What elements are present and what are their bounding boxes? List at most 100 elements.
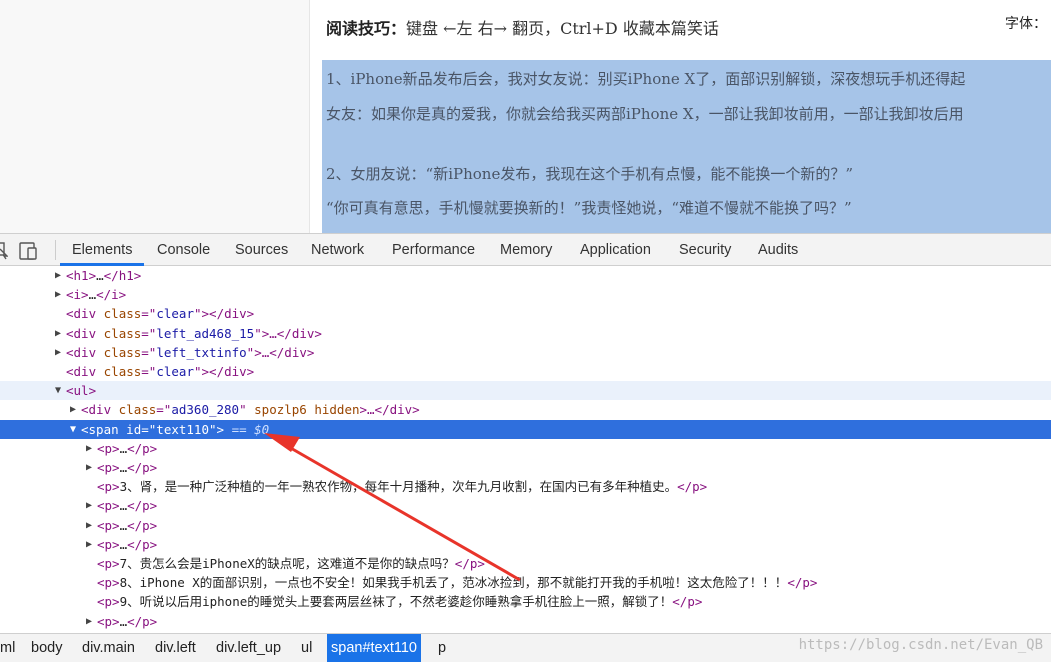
dom-node[interactable]: <p>7、贵怎么会是iPhoneX的缺点呢，这难道不是你的缺点吗？</p> bbox=[0, 554, 1051, 573]
collapse-triangle-icon[interactable]: ▼ bbox=[55, 381, 61, 400]
inspect-element-icon[interactable] bbox=[0, 240, 8, 260]
content-divider bbox=[309, 0, 310, 233]
text-content: … bbox=[88, 287, 97, 302]
expand-triangle-icon[interactable]: ▶ bbox=[86, 439, 92, 458]
joke-line: 2、女朋友说：“新iPhone发布，我现在这个手机有点慢，能不能换一个新的？” bbox=[326, 165, 854, 183]
dom-node[interactable]: ▶ <div class="left_ad468_15">…</div> bbox=[0, 324, 1051, 343]
tag-close: >…</div> bbox=[359, 402, 420, 417]
expand-triangle-icon[interactable]: ▶ bbox=[86, 516, 92, 535]
text-content: … bbox=[96, 268, 104, 283]
expand-triangle-icon[interactable]: ▶ bbox=[86, 496, 92, 515]
breadcrumb-item-active[interactable]: span#text110 bbox=[327, 634, 421, 662]
attribute-name: id bbox=[126, 422, 142, 437]
dom-node-markup: <p>…</p> bbox=[97, 535, 157, 554]
dom-node[interactable]: ▶ <div class="ad360_280" spozlp6 hidden>…… bbox=[0, 400, 1051, 419]
expand-triangle-icon[interactable]: ▶ bbox=[86, 612, 92, 631]
tag-close: > bbox=[216, 422, 225, 437]
breadcrumb-item[interactable]: div.left_up bbox=[212, 634, 285, 662]
toolbar-separator bbox=[55, 240, 56, 260]
tag-open: <p> bbox=[97, 556, 120, 571]
attribute-value: text110 bbox=[156, 422, 209, 437]
tag-open: <i> bbox=[66, 287, 89, 302]
dom-node[interactable]: <div class="clear"></div> bbox=[0, 304, 1051, 323]
tag-open: <p> bbox=[97, 479, 120, 494]
dom-node[interactable]: ▶ <h1>…</h1> bbox=[0, 266, 1051, 285]
expand-triangle-icon[interactable]: ▶ bbox=[86, 535, 92, 554]
dom-node[interactable]: <p>9、听说以后用iphone的睡觉头上要套两层丝袜了，不然老婆趁你睡熟拿手机… bbox=[0, 592, 1051, 611]
breadcrumb-item[interactable]: body bbox=[27, 634, 66, 662]
text-content: … bbox=[119, 498, 128, 513]
attribute-name: class bbox=[103, 326, 142, 341]
tag-name: div bbox=[73, 364, 97, 379]
dom-node-markup: <p>…</p> bbox=[97, 496, 157, 515]
device-toolbar-icon[interactable] bbox=[18, 240, 40, 260]
breadcrumb-item[interactable]: p bbox=[434, 634, 450, 662]
text-content: 7、贵怎么会是iPhoneX的缺点呢，这难道不是你的缺点吗？ bbox=[119, 556, 455, 571]
tab-audits[interactable]: Audits bbox=[758, 234, 798, 266]
dom-node[interactable]: ▼ <ul> bbox=[0, 381, 1051, 400]
expand-triangle-icon[interactable]: ▶ bbox=[55, 285, 61, 304]
expand-triangle-icon[interactable]: ▶ bbox=[70, 400, 76, 419]
dom-node-selected[interactable]: ▼ <span id="text110"> == $0 bbox=[0, 420, 1051, 439]
joke-line: 1、iPhone新品发布后会，我对女友说：别买iPhone X了，面部识别解锁，… bbox=[326, 70, 966, 88]
dom-tree[interactable]: ▶ <h1>…</h1> ▶ <i>…</i> <div class="clear"><… bbox=[0, 266, 1051, 633]
expand-triangle-icon[interactable]: ▶ bbox=[55, 343, 61, 362]
breadcrumb-item[interactable]: div.main bbox=[78, 634, 139, 662]
dom-node-markup: <p>…</p> bbox=[97, 516, 157, 535]
tag-open: <ul> bbox=[66, 383, 97, 398]
dom-node[interactable]: ▶ <i>…</i> bbox=[0, 285, 1051, 304]
tab-network[interactable]: Network bbox=[311, 234, 364, 266]
dom-node[interactable]: ▶ <p>…</p> bbox=[0, 612, 1051, 631]
dom-node-markup: <div class="clear"></div> bbox=[66, 306, 255, 321]
collapse-triangle-icon[interactable]: ▼ bbox=[70, 420, 76, 439]
tab-security[interactable]: Security bbox=[679, 234, 731, 266]
tag-close: ></div> bbox=[201, 364, 255, 379]
dom-node-markup: <p>…</p> bbox=[97, 612, 157, 631]
dom-node[interactable]: <p>3、肾，是一种广泛种植的一年一熟农作物，每年十月播种，次年九月收割，在国内… bbox=[0, 477, 1051, 496]
tab-performance[interactable]: Performance bbox=[392, 234, 475, 266]
tag-close: </p> bbox=[672, 594, 703, 609]
page-viewport: 阅读技巧：键盘 ←左 右→ 翻页，Ctrl+D 收藏本篇笑话 字体： 1、iPh… bbox=[0, 0, 1051, 233]
dom-node-markup: <div class="left_txtinfo">…</div> bbox=[66, 345, 315, 360]
tab-memory[interactable]: Memory bbox=[500, 234, 552, 266]
tag-open: <p> bbox=[97, 498, 120, 513]
dom-node-markup: <p>…</p> bbox=[97, 458, 157, 477]
breadcrumb-item[interactable]: ml bbox=[0, 634, 19, 662]
dom-node[interactable]: ▶ <p>…</p> bbox=[0, 458, 1051, 477]
tag-close: </p> bbox=[127, 460, 158, 475]
dom-node-markup: <p>3、肾，是一种广泛种植的一年一熟农作物，每年十月播种，次年九月收割，在国内… bbox=[97, 477, 707, 496]
tag-name: div bbox=[73, 306, 97, 321]
tag-open: <p> bbox=[97, 594, 120, 609]
reading-tip-label: 阅读技巧： bbox=[326, 19, 407, 38]
attribute-value: left_ad468_15 bbox=[156, 326, 255, 341]
tag-close: </p> bbox=[787, 575, 818, 590]
tab-elements[interactable]: Elements bbox=[72, 234, 132, 266]
text-content: 3、肾，是一种广泛种植的一年一熟农作物，每年十月播种，次年九月收割，在国内已有多… bbox=[119, 479, 678, 494]
expand-triangle-icon[interactable]: ▶ bbox=[55, 266, 61, 285]
attribute-value: clear bbox=[156, 306, 194, 321]
dom-node[interactable]: <div class="clear"></div> bbox=[0, 362, 1051, 381]
tag-close: >…</div> bbox=[254, 345, 315, 360]
tag-open: <p> bbox=[97, 441, 120, 456]
tag-close: ></div> bbox=[201, 306, 255, 321]
tab-application[interactable]: Application bbox=[580, 234, 651, 266]
dom-node[interactable]: ▶ <p>…</p> bbox=[0, 516, 1051, 535]
tag-close: </p> bbox=[127, 441, 158, 456]
expand-triangle-icon[interactable]: ▶ bbox=[86, 458, 92, 477]
dom-node[interactable]: ▶ <p>…</p> bbox=[0, 439, 1051, 458]
expand-triangle-icon[interactable]: ▶ bbox=[55, 324, 61, 343]
text-content: … bbox=[119, 441, 128, 456]
dom-node[interactable]: ▶ <div class="left_txtinfo">…</div> bbox=[0, 343, 1051, 362]
devtools-toolbar: Elements Console Sources Network Perform… bbox=[0, 233, 1051, 266]
tag-open: <p> bbox=[97, 537, 120, 552]
tab-sources[interactable]: Sources bbox=[235, 234, 288, 266]
tag-close: </p> bbox=[677, 479, 708, 494]
dom-node[interactable]: <p>8、iPhone X的面部识别，一点也不安全！如果我手机丢了，范冰冰捡到，… bbox=[0, 573, 1051, 592]
attribute-value: clear bbox=[156, 364, 194, 379]
tab-console[interactable]: Console bbox=[157, 234, 210, 266]
dom-node[interactable]: ▶ <p>…</p> bbox=[0, 496, 1051, 515]
dom-node[interactable]: ▶ <p>…</p> bbox=[0, 535, 1051, 554]
tag-close: </i> bbox=[96, 287, 127, 302]
breadcrumb-item[interactable]: div.left bbox=[151, 634, 200, 662]
breadcrumb-item[interactable]: ul bbox=[297, 634, 316, 662]
